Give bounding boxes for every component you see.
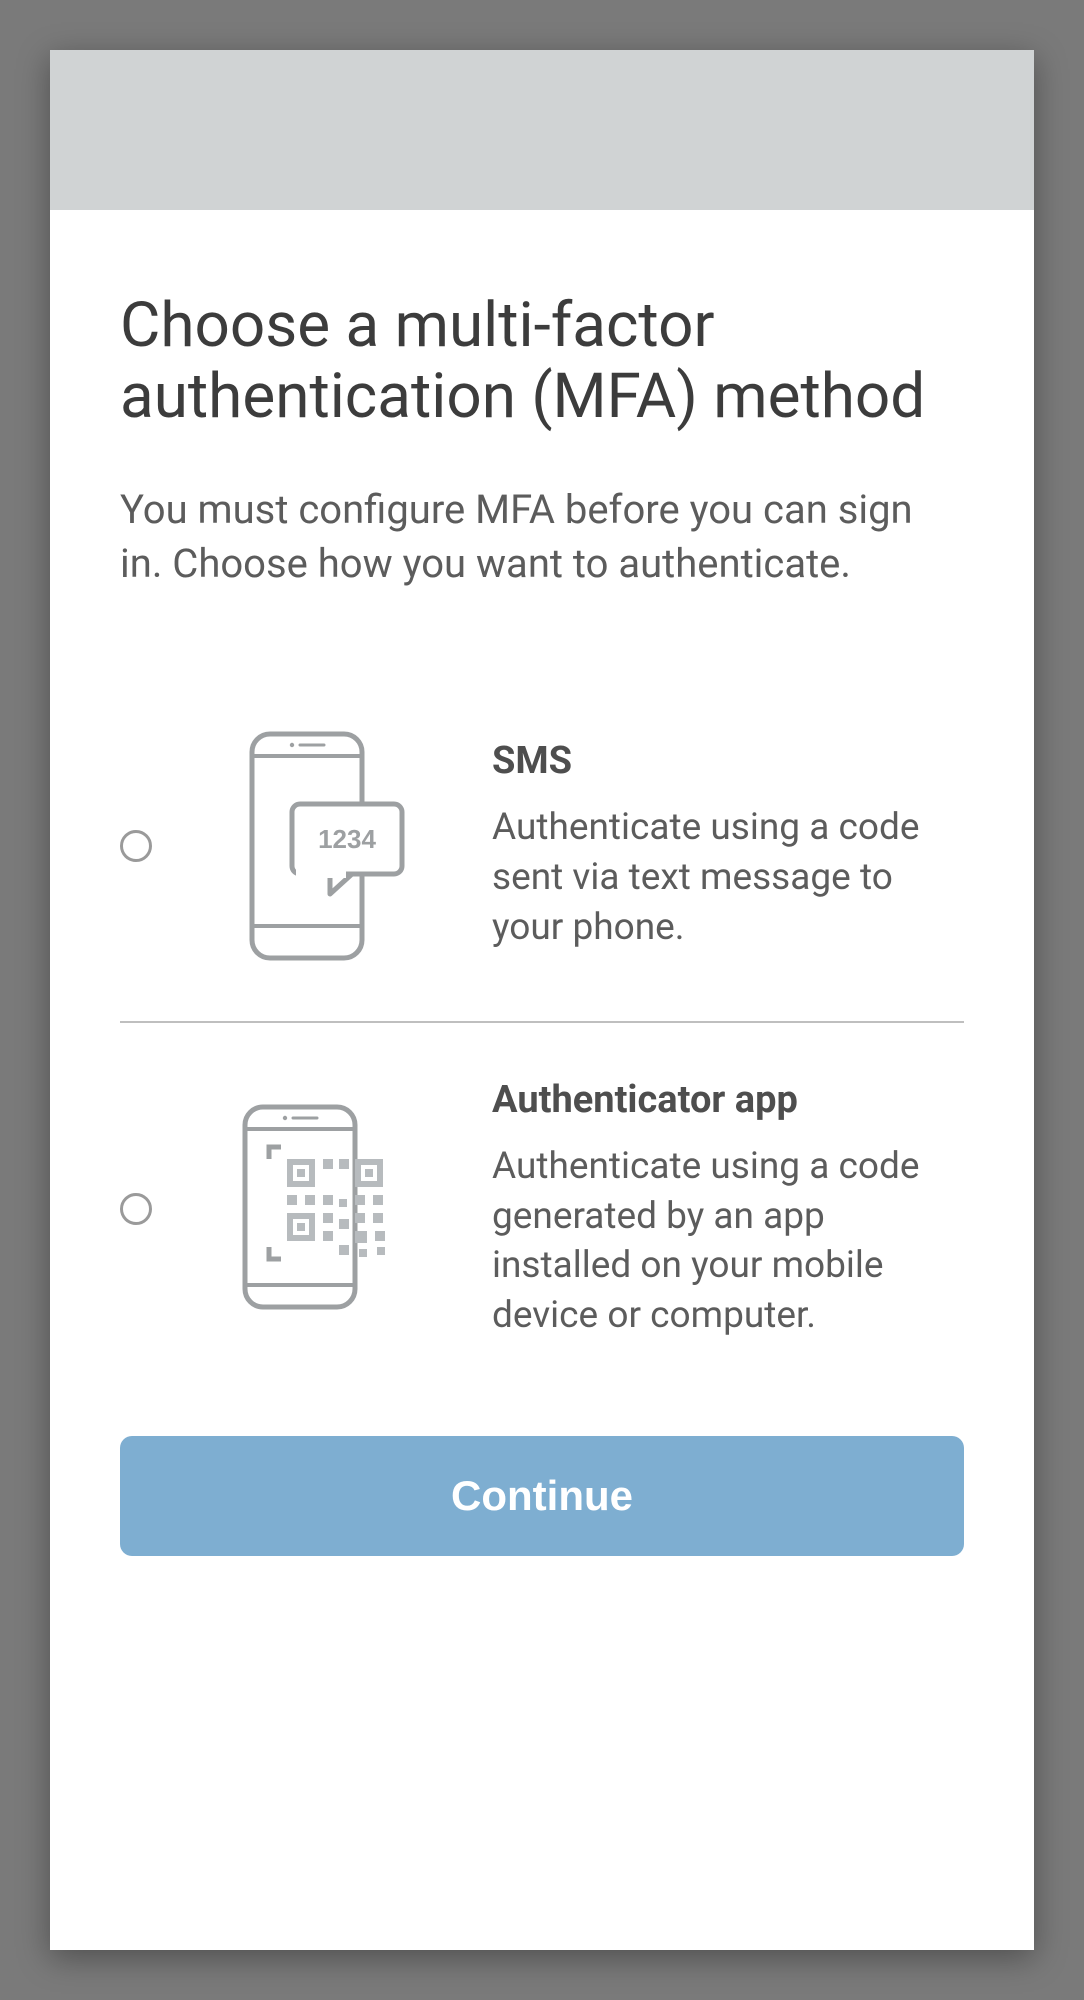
card-body: Choose a multi-factor authentication (MF… xyxy=(50,210,1034,1616)
page-subtitle: You must configure MFA before you can si… xyxy=(120,483,964,591)
page-title: Choose a multi-factor authentication (MF… xyxy=(120,290,964,433)
svg-text:1234: 1234 xyxy=(318,824,376,854)
option-desc-sms: Authenticate using a code sent via text … xyxy=(492,803,964,953)
card-header xyxy=(50,50,1034,210)
phone-sms-icon: 1234 xyxy=(232,726,412,966)
mfa-option-authenticator[interactable]: Authenticator app Authenticate using a c… xyxy=(120,1023,964,1397)
option-desc-authenticator: Authenticate using a code generated by a… xyxy=(492,1142,964,1342)
option-title-authenticator: Authenticator app xyxy=(492,1078,964,1122)
radio-sms[interactable] xyxy=(120,830,152,862)
option-title-sms: SMS xyxy=(492,739,964,783)
radio-authenticator[interactable] xyxy=(120,1193,152,1225)
phone-qr-icon xyxy=(227,1099,417,1319)
continue-button[interactable]: Continue xyxy=(120,1436,964,1556)
mfa-card: Choose a multi-factor authentication (MF… xyxy=(50,50,1034,1950)
mfa-option-sms[interactable]: 1234 SMS Authenticate using a code sent … xyxy=(120,671,964,1021)
